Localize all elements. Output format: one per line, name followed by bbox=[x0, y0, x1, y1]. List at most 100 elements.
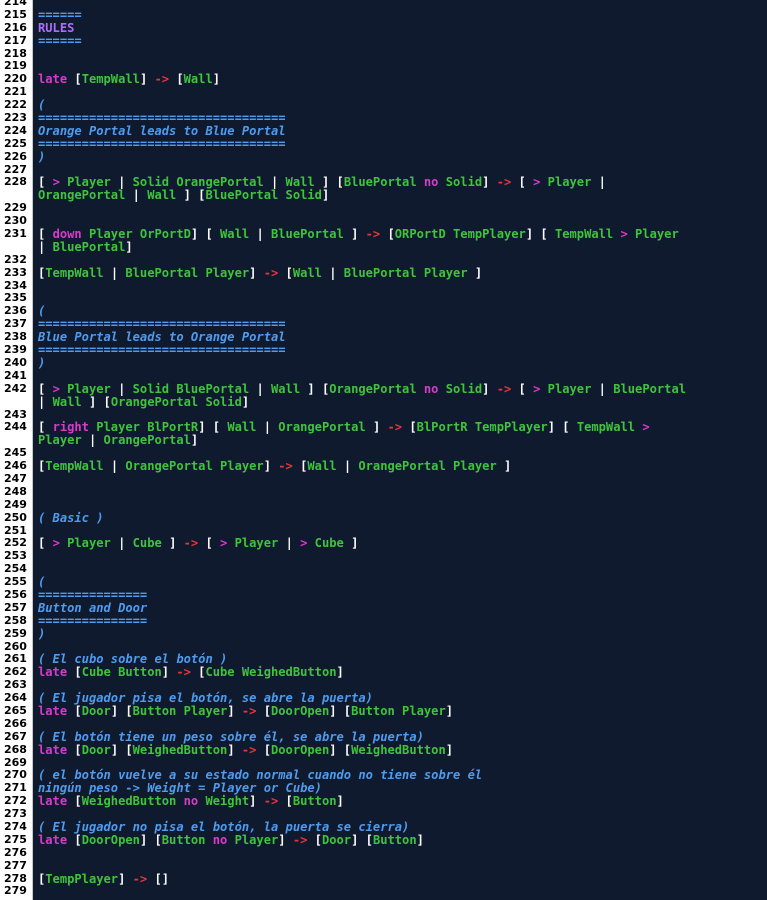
code-line[interactable]: 229 bbox=[0, 201, 767, 215]
code-line[interactable]: 234 bbox=[0, 279, 767, 293]
code-line[interactable]: 214 bbox=[0, 0, 767, 9]
code-line[interactable]: 233 [TempWall | BluePortal Player] -> [Wa… bbox=[0, 265, 767, 280]
line-code[interactable]: late [WeighedButton no Weight] -> [Butto… bbox=[38, 795, 757, 808]
token-bracket: ] bbox=[445, 742, 454, 757]
token-obj: Door bbox=[81, 703, 111, 718]
token-obj: Door bbox=[81, 742, 111, 757]
code-line[interactable]: 220 late [TempWall] -> [Wall] bbox=[0, 72, 767, 86]
line-code[interactable]: late [DoorOpen] [Button no Player] -> [D… bbox=[38, 832, 757, 847]
line-code[interactable]: ================================== bbox=[38, 137, 757, 151]
code-line[interactable]: 246 [TempWall | OrangePortal Player] -> [… bbox=[0, 459, 767, 473]
code-line[interactable]: 247 bbox=[0, 471, 767, 486]
code-line[interactable]: 272 late [WeighedButton no Weight] -> [Bu… bbox=[0, 794, 767, 808]
line-number: 268 bbox=[4, 742, 27, 756]
line-code[interactable]: | Wall ] [OrangePortal Solid] bbox=[38, 394, 757, 409]
code-editor[interactable]: 214 215 ====== 216 RULES 217 ====== 218 219 220 la… bbox=[0, 0, 767, 900]
line-number: 276 bbox=[4, 845, 27, 859]
line-code[interactable]: [TempWall | OrangePortal Player] -> [Wal… bbox=[38, 460, 757, 473]
code-line[interactable]: 217 ====== bbox=[0, 34, 767, 48]
code-line[interactable]: 268 late [Door] [WeighedButton] -> [DoorO… bbox=[0, 742, 767, 757]
line-code[interactable]: late [Door] [Button Player] -> [DoorOpen… bbox=[38, 705, 757, 718]
code-line[interactable]: 262 late [Cube Button] -> [Cube WeighedBu… bbox=[0, 665, 767, 679]
line-code[interactable]: ====== bbox=[38, 34, 757, 48]
line-code[interactable]: [ down Player OrPortD] [ Wall | BluePort… bbox=[38, 228, 757, 241]
token-obj: Player bbox=[38, 433, 89, 448]
token-bracket: [ bbox=[74, 665, 82, 680]
scrollbar[interactable] bbox=[763, 0, 767, 900]
code-line[interactable]: 249 bbox=[0, 498, 767, 512]
token-obj: Player bbox=[627, 227, 679, 242]
token-comment: ( bbox=[38, 98, 46, 113]
line-code[interactable]: OrangePortal | Wall ] [BluePortal Solid] bbox=[38, 189, 757, 202]
token-arrow: -> bbox=[183, 536, 199, 551]
token-obj: Player bbox=[59, 381, 119, 396]
token-comment: Button and Door bbox=[38, 600, 148, 615]
token-obj: Cube bbox=[307, 536, 352, 551]
code-line[interactable]: 254 bbox=[0, 562, 767, 576]
token-obj: Wall bbox=[307, 459, 344, 474]
line-code[interactable]: [TempPlayer] -> [] bbox=[38, 872, 757, 886]
code-line[interactable]: 265 late [Door] [Button Player] -> [DoorO… bbox=[0, 704, 767, 718]
code-lines[interactable]: 214 215 ====== 216 RULES 217 ====== 218 219 220 la… bbox=[0, 0, 767, 898]
token-bracket: [ bbox=[190, 665, 206, 680]
token-bracket: | bbox=[329, 265, 337, 280]
line-code[interactable]: ) bbox=[38, 356, 757, 370]
line-code[interactable]: [TempWall | BluePortal Player] -> [Wall … bbox=[38, 265, 757, 280]
line-code[interactable]: [ > Player | Cube ] -> [ > Player | > Cu… bbox=[38, 537, 757, 550]
code-line[interactable]: 239 ================================== bbox=[0, 343, 767, 357]
code-line[interactable]: 252[ > Player | Cube ] -> [ > Player | >… bbox=[0, 537, 767, 550]
line-code[interactable]: late [Cube Button] -> [Cube WeighedButto… bbox=[38, 666, 757, 679]
token-bracket: ] bbox=[125, 239, 133, 254]
token-bracket: ] [ bbox=[329, 703, 352, 718]
line-number: 225 bbox=[4, 136, 27, 150]
code-line[interactable]: 250 ( Basic ) bbox=[0, 511, 767, 525]
line-code[interactable]: ) bbox=[38, 627, 757, 641]
code-line[interactable]: 248 bbox=[0, 485, 767, 499]
line-number: 258 bbox=[4, 613, 27, 627]
code-line[interactable]: 278 [TempPlayer] -> [] bbox=[0, 872, 767, 886]
token-obj: WeighedButton bbox=[351, 742, 446, 757]
line-number: 277 bbox=[4, 858, 27, 872]
line-code[interactable]: =============== bbox=[38, 614, 757, 628]
token-bracket: ] bbox=[169, 536, 184, 551]
line-number: 247 bbox=[4, 471, 27, 485]
token-bracket: [ bbox=[256, 703, 271, 718]
token-bracket: ] bbox=[249, 794, 264, 809]
line-code[interactable]: Player | OrangePortal] bbox=[38, 434, 757, 447]
token-obj: Wall bbox=[52, 394, 89, 409]
code-line[interactable]: 258 =============== bbox=[0, 613, 767, 628]
code-line[interactable]: 221 bbox=[0, 85, 767, 99]
code-line[interactable]: | BluePortal] bbox=[0, 239, 767, 254]
token-obj: Solid bbox=[438, 381, 483, 396]
code-line[interactable]: 275 late [DoorOpen] [Button no Player] ->… bbox=[0, 832, 767, 847]
token-bracket: ] bbox=[351, 536, 359, 551]
code-line[interactable]: 225 ================================== bbox=[0, 136, 767, 151]
line-code[interactable]: ) bbox=[38, 150, 757, 164]
line-code[interactable]: ====== bbox=[38, 8, 757, 22]
code-line[interactable]: 259) bbox=[0, 627, 767, 641]
token-arrow: -> bbox=[365, 227, 381, 242]
code-line[interactable]: 240) bbox=[0, 356, 767, 370]
code-line[interactable]: 276 bbox=[0, 845, 767, 860]
code-line[interactable]: 216 RULES bbox=[0, 21, 767, 35]
code-line[interactable]: | Wall ] [OrangePortal Solid] bbox=[0, 394, 767, 409]
token-eq: ================================== bbox=[38, 317, 286, 332]
line-code[interactable]: | BluePortal] bbox=[38, 239, 757, 254]
code-line[interactable]: 226) bbox=[0, 150, 767, 164]
code-line[interactable]: 279 bbox=[0, 885, 767, 898]
line-code[interactable]: late [Door] [WeighedButton] -> [DoorOpen… bbox=[38, 742, 757, 757]
line-number: 232 bbox=[4, 252, 27, 266]
code-line[interactable]: 215 ====== bbox=[0, 8, 767, 22]
code-line[interactable]: OrangePortal | Wall ] [BluePortal Solid] bbox=[0, 189, 767, 202]
code-line[interactable]: 253 bbox=[0, 549, 767, 563]
code-line[interactable]: Player | OrangePortal] bbox=[0, 434, 767, 447]
line-code[interactable]: ( Basic ) bbox=[38, 511, 757, 525]
token-kw: no bbox=[183, 794, 199, 809]
code-line[interactable]: 235 bbox=[0, 292, 767, 305]
token-obj: Player bbox=[227, 832, 279, 847]
line-code[interactable]: late [TempWall] -> [Wall] bbox=[38, 73, 757, 86]
line-code[interactable]: RULES bbox=[38, 21, 757, 35]
token-arrow: -> bbox=[496, 175, 512, 190]
code-line[interactable]: 218 bbox=[0, 47, 767, 61]
line-code[interactable]: ================================== bbox=[38, 344, 757, 357]
